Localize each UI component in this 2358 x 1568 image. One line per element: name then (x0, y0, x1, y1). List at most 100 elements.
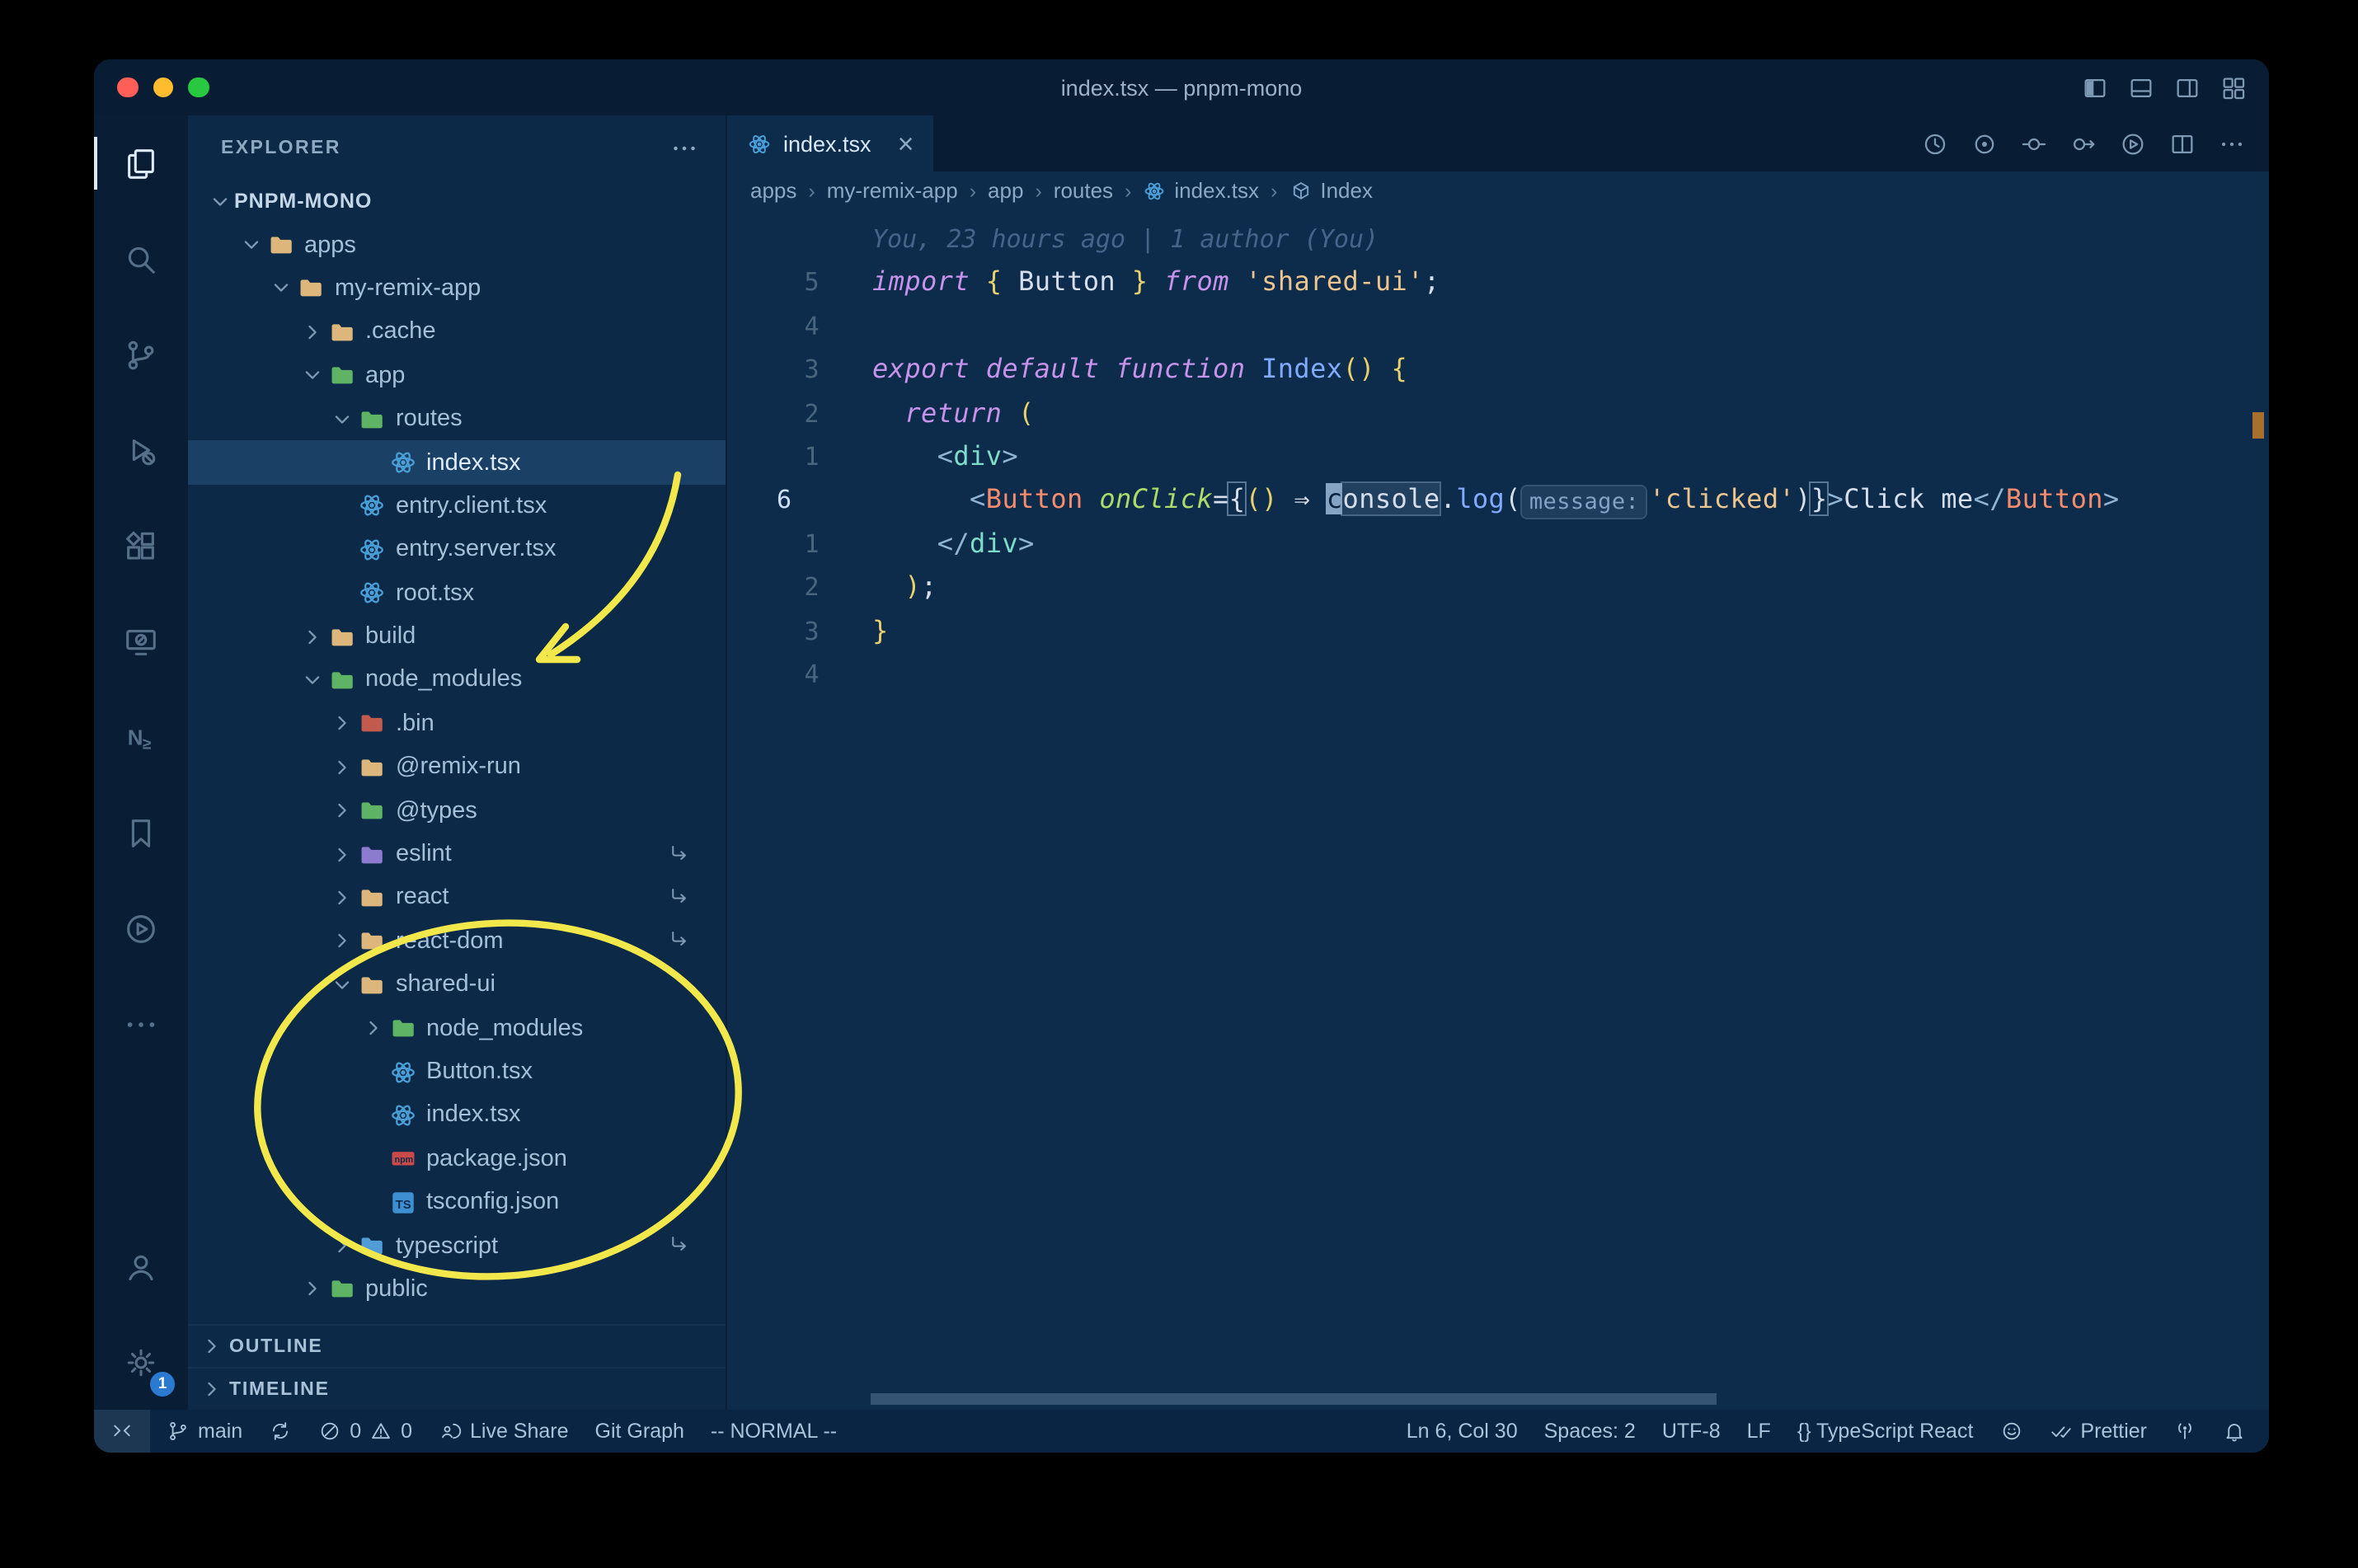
activity-item-bookmarks[interactable] (94, 785, 188, 880)
tree-item-shared-ui[interactable]: shared-ui (188, 963, 726, 1007)
activity-item-extensions[interactable] (94, 498, 188, 594)
toggle-panel-icon[interactable] (2127, 73, 2155, 101)
tree-item-index.tsx[interactable]: index.tsx (188, 440, 726, 485)
tree-item-react[interactable]: react (188, 876, 726, 920)
tree-item-label: app (365, 362, 406, 389)
tree-item-label: react (396, 884, 449, 911)
activity-item-settings[interactable]: 1 (94, 1314, 188, 1410)
status-item-notifications[interactable] (2210, 1410, 2259, 1453)
breadcrumb-item-index.tsx[interactable]: index.tsx (1143, 178, 1259, 203)
tree-item-routes[interactable]: routes (188, 397, 726, 441)
tree-item-.bin[interactable]: .bin (188, 702, 726, 745)
tree-item-Button.tsx[interactable]: Button.tsx (188, 1050, 726, 1094)
tab-index-tsx[interactable]: index.tsx × (727, 115, 934, 171)
breadcrumb-item-apps[interactable]: apps (750, 178, 796, 203)
symbol-module-icon (1289, 179, 1312, 202)
status-right: Ln 6, Col 30 Spaces: 2 UTF-8 LF {} TypeScrip… (1393, 1410, 2269, 1453)
breadcrumb-label: routes (1053, 178, 1114, 203)
tree-item-label: .cache (365, 318, 436, 345)
status-item-vim-mode[interactable]: -- NORMAL -- (698, 1410, 850, 1453)
gitlens-blame-icon[interactable] (1970, 129, 1999, 157)
screenshot-stage: index.tsx — pnpm-mono N ≥1 EXPLORER PNPM-… (0, 0, 2358, 1568)
tree-item-tsconfig.json[interactable]: TS tsconfig.json (188, 1181, 726, 1224)
sidebar-sections: OUTLINE TIMELINE (188, 1324, 726, 1410)
tree-item-my-remix-app[interactable]: my-remix-app (188, 267, 726, 311)
breadcrumb-item-app[interactable]: app (988, 178, 1023, 203)
status-item-git-graph[interactable]: Git Graph (582, 1410, 698, 1453)
symlink-icon (668, 885, 693, 910)
close-button[interactable] (117, 77, 138, 98)
chevron-right-icon (328, 796, 356, 824)
tree-item-build[interactable]: build (188, 615, 726, 659)
tree-item-apps[interactable]: apps (188, 223, 726, 267)
status-item-cursor-position[interactable]: Ln 6, Col 30 (1393, 1410, 1531, 1453)
status-item-language-mode[interactable]: {} TypeScript React (1784, 1410, 1987, 1453)
status-item-prettier[interactable]: Prettier (2036, 1410, 2160, 1453)
activity-item-run-debug[interactable] (94, 402, 188, 498)
run-file-icon[interactable] (2119, 129, 2147, 157)
tree-item-label: node_modules (365, 666, 523, 693)
tree-item-root.tsx[interactable]: root.tsx (188, 571, 726, 615)
sidebar-section-outline[interactable]: OUTLINE (188, 1324, 726, 1367)
horizontal-scrollbar[interactable] (871, 1393, 1717, 1405)
tree-item-node_modules[interactable]: node_modules (188, 1007, 726, 1050)
activity-item-live-share[interactable] (94, 880, 188, 976)
gutter (727, 218, 833, 261)
activity-item-explorer[interactable] (94, 115, 188, 211)
status-item-sync[interactable] (256, 1410, 305, 1453)
chevron-placeholder (359, 1188, 387, 1216)
tree-item-app[interactable]: app (188, 354, 726, 397)
status-item-screencast[interactable] (2160, 1410, 2210, 1453)
tree-item-eslint[interactable]: eslint (188, 833, 726, 876)
status-item-eol[interactable]: LF (1734, 1410, 1784, 1453)
toggle-primary-sidebar-icon[interactable] (2081, 73, 2109, 101)
customize-layout-icon[interactable] (2219, 73, 2248, 101)
status-text: Ln 6, Col 30 (1406, 1420, 1518, 1443)
activity-item-more-views[interactable] (94, 976, 188, 1072)
activity-item-source-control[interactable] (94, 307, 188, 402)
breadcrumb-item-my-remix-app[interactable]: my-remix-app (827, 178, 958, 203)
tree-item-@remix-run[interactable]: @remix-run (188, 745, 726, 789)
toggle-secondary-sidebar-icon[interactable] (2173, 73, 2201, 101)
tree-item-package.json[interactable]: npm package.json (188, 1137, 726, 1181)
react-file-icon (747, 131, 772, 156)
code-editor[interactable]: You, 23 hours ago | 1 author (You) 5 impor… (727, 209, 2269, 1410)
minimize-button[interactable] (153, 77, 173, 98)
close-tab-icon[interactable]: × (898, 129, 914, 157)
zoom-button[interactable] (188, 77, 209, 98)
sidebar-section-timeline[interactable]: TIMELINE (188, 1367, 726, 1410)
status-item-feedback[interactable] (1986, 1410, 2036, 1453)
activity-item-search[interactable] (94, 211, 188, 307)
tree-item-.cache[interactable]: .cache (188, 310, 726, 354)
status-item-indentation[interactable]: Spaces: 2 (1531, 1410, 1649, 1453)
status-item-problems[interactable]: 00 (305, 1410, 425, 1453)
open-changes-icon[interactable] (2020, 129, 2048, 157)
explorer-more-actions-icon[interactable] (669, 133, 699, 162)
status-item-remote-indicator[interactable] (94, 1410, 150, 1453)
open-next-change-icon[interactable] (2069, 129, 2097, 157)
tree-item-node_modules[interactable]: node_modules (188, 659, 726, 702)
activity-item-nx-console[interactable]: N ≥ (94, 689, 188, 785)
activity-item-remote-explorer[interactable] (94, 594, 188, 689)
status-text: Live Share (470, 1420, 569, 1443)
tree-item-typescript[interactable]: typescript (188, 1224, 726, 1268)
split-editor-icon[interactable] (2168, 129, 2196, 157)
folder-icon (266, 231, 294, 259)
tree-item-@types[interactable]: @types (188, 789, 726, 833)
tree-item-index.tsx[interactable]: index.tsx (188, 1093, 726, 1137)
tree-item-label: .bin (396, 710, 434, 737)
gitlens-blame: You, 23 hours ago | 1 author (You) (872, 224, 1379, 254)
timeline-history-icon[interactable] (1921, 129, 1949, 157)
tree-item-entry.server.tsx[interactable]: entry.server.tsx (188, 528, 726, 571)
more-actions-icon[interactable] (2218, 129, 2246, 157)
tree-item-public[interactable]: public (188, 1268, 726, 1312)
tree-item-PNPM-MONO[interactable]: PNPM-MONO (188, 180, 726, 223)
tree-item-react-dom[interactable]: react-dom (188, 919, 726, 963)
status-item-live-share[interactable]: Live Share (425, 1410, 582, 1453)
status-item-encoding[interactable]: UTF-8 (1649, 1410, 1734, 1453)
breadcrumb-item-Index[interactable]: Index (1289, 178, 1373, 203)
status-item-git-branch[interactable]: main (153, 1410, 256, 1453)
tree-item-entry.client.tsx[interactable]: entry.client.tsx (188, 484, 726, 528)
activity-item-accounts[interactable] (94, 1218, 188, 1314)
breadcrumb-item-routes[interactable]: routes (1054, 178, 1113, 203)
